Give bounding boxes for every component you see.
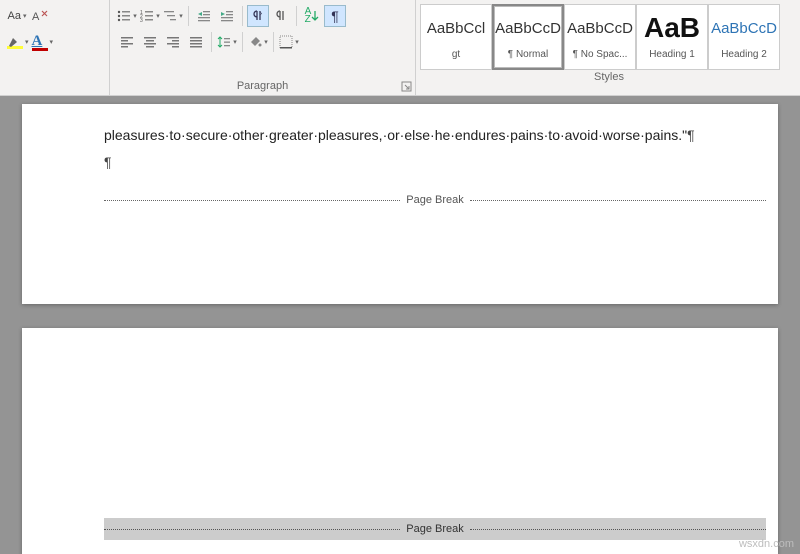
style-preview: AaBbCcD xyxy=(567,11,633,45)
pilcrow-mark: ¶ xyxy=(687,127,695,143)
borders-icon xyxy=(279,35,293,49)
style-item-4[interactable]: AaBbCcDHeading 2 xyxy=(708,4,780,70)
style-name: ¶ No Spac... xyxy=(573,45,628,63)
borders-button[interactable]: ▾ xyxy=(278,31,300,53)
justify-button[interactable] xyxy=(185,31,207,53)
paragraph-text[interactable]: pleasures·to·secure·other·greater·pleasu… xyxy=(104,126,766,172)
style-item-0[interactable]: AaBbCclgt xyxy=(420,4,492,70)
bullets-icon xyxy=(117,9,131,23)
pilcrow-mark: ¶ xyxy=(104,154,112,170)
shading-button[interactable]: ▾ xyxy=(247,31,269,53)
page-break-indicator[interactable]: Page Break xyxy=(104,194,766,206)
ribbon-group-styles: AaBbCclgtAaBbCcD¶ NormalAaBbCcD¶ No Spac… xyxy=(416,0,800,95)
change-case-button[interactable]: Aa▾ xyxy=(6,5,28,27)
page-break-selected[interactable]: Page Break xyxy=(104,518,766,540)
align-center-icon xyxy=(143,35,157,49)
style-name: ¶ Normal xyxy=(508,45,548,63)
page-1[interactable]: pleasures·to·secure·other·greater·pleasu… xyxy=(22,104,778,304)
show-hide-marks-button[interactable]: ¶ xyxy=(324,5,346,27)
decrease-indent-button[interactable] xyxy=(193,5,215,27)
svg-text:A: A xyxy=(32,11,40,23)
justify-icon xyxy=(189,35,203,49)
paint-bucket-icon xyxy=(248,35,262,49)
style-preview: AaBbCcl xyxy=(427,11,485,45)
increase-indent-button[interactable] xyxy=(216,5,238,27)
ribbon-group-paragraph: ▾ 123▾ ▾ xyxy=(110,0,416,95)
page-break-label: Page Break xyxy=(400,194,469,206)
ltr-direction-button[interactable] xyxy=(247,5,269,27)
paragraph-dialog-launcher[interactable] xyxy=(401,81,413,93)
document-area: pleasures·to·secure·other·greater·pleasu… xyxy=(0,96,800,554)
rtl-direction-button[interactable] xyxy=(270,5,292,27)
style-preview: AaBbCcD xyxy=(711,11,777,45)
numbering-button[interactable]: 123▾ xyxy=(139,5,161,27)
outdent-icon xyxy=(197,9,211,23)
svg-text:3: 3 xyxy=(140,18,143,23)
page-break-label: Page Break xyxy=(400,523,469,535)
group-label-empty xyxy=(6,79,103,95)
align-left-icon xyxy=(120,35,134,49)
styles-group-label: Styles xyxy=(420,70,798,86)
sort-button[interactable]: AZ xyxy=(301,5,323,27)
font-color-button[interactable]: A▾ xyxy=(31,31,55,53)
text-highlight-button[interactable]: ▾ xyxy=(6,31,30,53)
align-right-icon xyxy=(166,35,180,49)
multilevel-icon xyxy=(163,9,177,23)
body-text: pleasures·to·secure·other·greater·pleasu… xyxy=(104,127,687,143)
style-preview: AaB xyxy=(644,11,700,45)
multilevel-list-button[interactable]: ▾ xyxy=(162,5,184,27)
page-2[interactable]: Page Break xyxy=(22,328,778,554)
style-name: Heading 2 xyxy=(721,45,767,63)
ribbon: Aa▾ A ▾ A▾ xyxy=(0,0,800,96)
clear-formatting-button[interactable]: A xyxy=(29,5,51,27)
line-spacing-button[interactable]: ▾ xyxy=(216,31,238,53)
align-left-button[interactable] xyxy=(116,31,138,53)
watermark: wsxdn.com xyxy=(739,538,794,550)
style-item-1[interactable]: AaBbCcD¶ Normal xyxy=(492,4,564,70)
paragraph-group-label: Paragraph xyxy=(116,79,409,95)
bullets-button[interactable]: ▾ xyxy=(116,5,138,27)
indent-icon xyxy=(220,9,234,23)
ribbon-group-font: Aa▾ A ▾ A▾ xyxy=(0,0,110,95)
align-right-button[interactable] xyxy=(162,31,184,53)
numbering-icon: 123 xyxy=(140,9,154,23)
style-name: Heading 1 xyxy=(649,45,695,63)
style-name: gt xyxy=(452,45,460,63)
align-center-button[interactable] xyxy=(139,31,161,53)
line-spacing-icon xyxy=(217,35,231,49)
style-item-3[interactable]: AaBHeading 1 xyxy=(636,4,708,70)
style-item-2[interactable]: AaBbCcD¶ No Spac... xyxy=(564,4,636,70)
style-preview: AaBbCcD xyxy=(495,11,561,45)
